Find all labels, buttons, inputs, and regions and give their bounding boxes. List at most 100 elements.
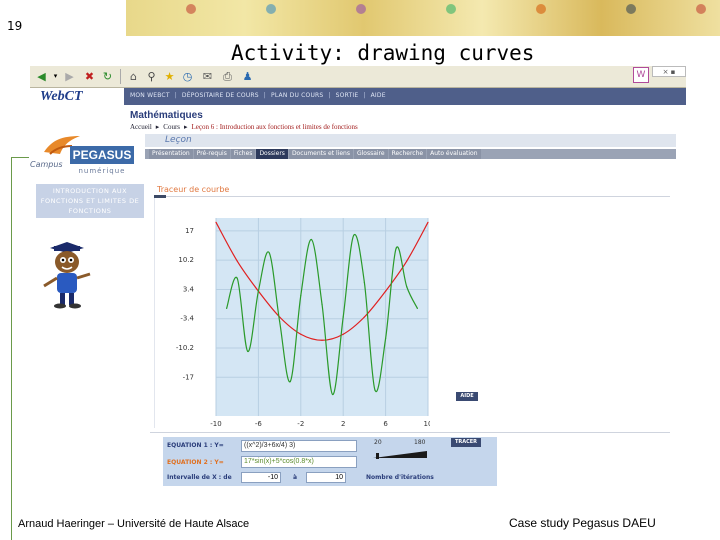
campus-pegasus-logo: Campus PEGASUS numérique (30, 132, 140, 178)
y-tick-label: -3.4 (180, 315, 194, 323)
curve-chart: -10 -6 -2 2 6 10 17 10.2 3.4 -3.4 -10.2 -17 (176, 218, 430, 428)
menu-separator: | (363, 92, 366, 99)
x-tick-label: 10 (424, 420, 430, 428)
series-point-2 (363, 281, 365, 284)
iterations-label: Nombre d'itérations (366, 474, 434, 481)
tab-auto-evaluation[interactable]: Auto évaluation (427, 149, 481, 159)
series-point-1 (427, 221, 429, 223)
messenger-icon[interactable]: ♟ (240, 69, 255, 84)
menu-aide[interactable]: AIDE (371, 92, 386, 99)
series-point-2 (374, 389, 376, 391)
trace-divider-marker (154, 195, 166, 198)
tab-recherche[interactable]: Recherche (388, 149, 427, 159)
menu-separator: | (328, 92, 331, 99)
breadcrumb-separator: ▸ (155, 123, 160, 131)
series-point-1 (236, 260, 238, 262)
x-tick-label: 2 (341, 420, 345, 428)
mail-icon[interactable]: ✉ (200, 69, 215, 84)
menu-sortie[interactable]: SORTIE (336, 92, 359, 99)
series-point-2 (416, 307, 418, 309)
x-tick-label: -6 (255, 420, 263, 428)
series-point-2 (342, 316, 344, 318)
equation-divider (150, 432, 670, 433)
equation-2-label: EQUATION 2 : Y= (167, 459, 224, 466)
menu-depositaire[interactable]: DÉPOSITAIRE DE COURS (182, 92, 259, 99)
equation-2-field[interactable]: 17*sin(x)+5*cos(0.8*x) (241, 456, 357, 468)
iterations-slider-handle[interactable] (376, 453, 379, 459)
decorative-vertical-rule (11, 157, 12, 540)
trace-divider (154, 196, 670, 197)
equation-1-label: EQUATION 1 : Y= (167, 442, 224, 449)
close-window-icon[interactable]: × ▪ (652, 66, 686, 77)
forward-icon[interactable]: ▶ (62, 69, 77, 84)
curve-tracer-title: Traceur de courbe (157, 185, 230, 194)
menu-plan-du-cours[interactable]: PLAN DU COURS (271, 92, 323, 99)
lesson-side-title[interactable]: INTRODUCTION AUX FONCTIONS ET LIMITES DE… (36, 184, 144, 218)
x-min-field[interactable]: -10 (241, 472, 281, 483)
footer-case-study: Case study Pegasus DAEU (509, 516, 656, 530)
breadcrumb: Accueil ▸ Cours ▸ Leçon 6 : Introduction… (130, 123, 358, 131)
course-title: Mathématiques (130, 110, 203, 121)
equation-panel: EQUATION 1 : Y= ((x^2)/3+6x/4) 3) EQUATI… (163, 437, 497, 486)
stop-icon[interactable]: ✖ (82, 69, 97, 84)
menu-separator: | (263, 92, 267, 99)
series-point-2 (226, 307, 228, 309)
tab-documents[interactable]: Documents et liens (288, 149, 353, 159)
slide-title: Activity: drawing curves (231, 41, 535, 65)
history-icon[interactable]: ◷ (180, 69, 195, 84)
application-icon[interactable]: W (633, 67, 649, 83)
browser-toolbar: ◀ ▾ ▶ ✖ ↻ ⌂ ⚲ ★ ◷ ✉ ⎙ ♟ W × ▪ (30, 66, 686, 88)
series-point-2 (406, 286, 408, 288)
series-point-2 (236, 277, 238, 279)
menu-mon-webct[interactable]: MON WEBCT (130, 92, 170, 99)
dropdown-icon[interactable]: ▾ (48, 69, 63, 84)
tab-fiches[interactable]: Fiches (230, 149, 256, 159)
graduate-mascot-icon (43, 242, 91, 309)
series-point-1 (215, 221, 217, 223)
equation-1-field[interactable]: ((x^2)/3+6x/4) 3) (241, 440, 357, 452)
y-tick-label: -10.2 (176, 344, 194, 352)
favorites-icon[interactable]: ★ (162, 69, 177, 84)
iterations-min-label: 20 (374, 439, 382, 446)
home-icon[interactable]: ⌂ (126, 69, 141, 84)
breadcrumb-cours[interactable]: Cours (163, 123, 180, 131)
webct-logo: WebCT (30, 88, 124, 105)
breadcrumb-current: Leçon 6 : Introduction aux fonctions et … (191, 123, 358, 131)
series-point-1 (406, 260, 408, 262)
series-point-2 (289, 380, 291, 383)
series-point-1 (300, 333, 302, 335)
logo-numerique-text: numérique (78, 167, 126, 175)
tab-glossaire[interactable]: Glossaire (353, 149, 388, 159)
back-icon[interactable]: ◀ (34, 69, 49, 84)
search-icon[interactable]: ⚲ (144, 69, 159, 84)
toolbar-divider (120, 69, 121, 84)
tracer-button[interactable]: TRACER (451, 438, 481, 447)
aide-button[interactable]: AIDE (456, 392, 478, 401)
logo-campus-text: Campus (30, 160, 63, 169)
slide-number: 19 (7, 19, 23, 33)
interval-label: Intervalle de X : de (167, 474, 232, 481)
tab-presentation[interactable]: Présentation (149, 149, 193, 159)
series-point-1 (321, 339, 323, 341)
menu-separator: | (174, 92, 177, 99)
series-point-2 (395, 247, 397, 249)
x-max-field[interactable]: 10 (306, 472, 346, 483)
tab-prerequis[interactable]: Pré-requis (193, 149, 230, 159)
breadcrumb-accueil[interactable]: Accueil (130, 123, 152, 131)
series-point-2 (247, 350, 249, 353)
print-icon[interactable]: ⎙ (220, 69, 235, 84)
webct-navbar: WebCT MON WEBCT | DÉPOSITAIRE DE COURS | P… (30, 88, 686, 105)
series-point-1 (363, 316, 365, 318)
decorative-banner (126, 0, 720, 36)
series-point-2 (353, 234, 355, 236)
series-point-2 (310, 238, 312, 241)
tab-dossiers[interactable]: Dossiers (256, 149, 288, 159)
y-tick-label: 17 (185, 227, 194, 235)
series-point-2 (300, 294, 302, 297)
y-tick-label: 10.2 (178, 256, 194, 264)
series-point-2 (332, 393, 334, 396)
refresh-icon[interactable]: ↻ (100, 69, 115, 84)
series-point-1 (342, 333, 344, 335)
y-tick-label: -17 (183, 373, 194, 381)
iterations-slider[interactable] (371, 449, 429, 459)
